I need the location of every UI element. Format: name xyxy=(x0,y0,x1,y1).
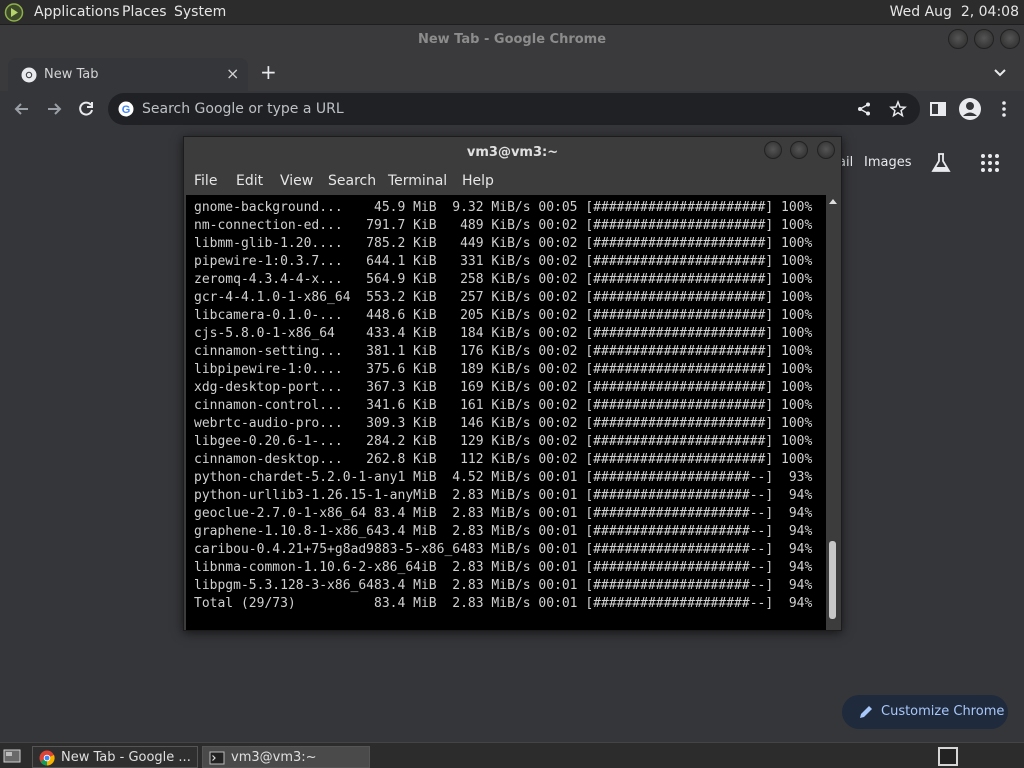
chrome-favicon-icon xyxy=(21,67,37,83)
images-link[interactable]: Images xyxy=(864,155,912,170)
scrollbar-thumb[interactable] xyxy=(829,541,836,619)
side-panel-icon[interactable] xyxy=(928,99,948,119)
window-title: New Tab - Google Chrome xyxy=(417,32,607,47)
terminal-line: libpipewire-1:0.... 375.6 KiB 189 KiB/s … xyxy=(194,362,813,377)
menu-places[interactable]: Places xyxy=(122,4,167,20)
scroll-up-arrow-icon[interactable] xyxy=(829,199,837,204)
tab-close-icon[interactable]: × xyxy=(226,64,239,83)
profile-avatar-icon[interactable] xyxy=(958,97,982,121)
terminal-menu-search[interactable]: Search xyxy=(328,173,376,189)
terminal-line: caribou-0.4.21+75+g8ad9883-5-x86_6483 Mi… xyxy=(194,542,813,557)
terminal-line: cinnamon-desktop... 262.8 KiB 112 KiB/s … xyxy=(194,452,813,467)
workspace-switcher[interactable] xyxy=(938,747,958,766)
terminal-line: Total (29/73) 83.4 MiB 2.83 MiB/s 00:01 … xyxy=(194,596,813,611)
terminal-line: gcr-4-4.1.0-1-x86_64 553.2 KiB 257 KiB/s… xyxy=(194,290,813,305)
terminal-line: zeromq-4.3.4-4-x... 564.9 KiB 258 KiB/s … xyxy=(194,272,813,287)
terminal-line: pipewire-1:0.3.7... 644.1 KiB 331 KiB/s … xyxy=(194,254,813,269)
terminal-line: libnma-common-1.10.6-2-x86_64iB 2.83 MiB… xyxy=(194,560,813,575)
chrome-icon xyxy=(39,750,55,766)
bookmark-star-icon[interactable] xyxy=(889,100,907,118)
menu-system[interactable]: System xyxy=(174,4,226,20)
terminal-menu-help[interactable]: Help xyxy=(462,173,494,189)
back-arrow-icon[interactable] xyxy=(12,99,32,119)
tab-strip: New Tab × + xyxy=(0,55,1024,91)
labs-flask-icon[interactable] xyxy=(930,152,952,174)
maximize-button[interactable] xyxy=(974,29,994,49)
terminal-menubar: File Edit View Search Terminal Help xyxy=(184,167,841,195)
omnibox[interactable]: G Search Google or type a URL xyxy=(108,93,920,125)
terminal-line: gnome-background... 45.9 MiB 9.32 MiB/s … xyxy=(194,200,813,215)
chrome-toolbar: G Search Google or type a URL xyxy=(0,91,1024,127)
terminal-close-button[interactable] xyxy=(817,141,835,159)
taskbar-chrome-label: New Tab - Google ... xyxy=(61,750,191,765)
terminal-line: xdg-desktop-port... 367.3 KiB 169 KiB/s … xyxy=(194,380,813,395)
terminal-line: geoclue-2.7.0-1-x86_64 83.4 MiB 2.83 MiB… xyxy=(194,506,813,521)
terminal-menu-edit[interactable]: Edit xyxy=(236,173,263,189)
terminal-title: vm3@vm3:~ xyxy=(466,145,559,160)
terminal-line: cinnamon-control... 341.6 KiB 161 KiB/s … xyxy=(194,398,813,413)
terminal-icon xyxy=(209,751,225,765)
customize-chrome-button[interactable]: Customize Chrome xyxy=(842,695,1008,729)
terminal-menu-terminal[interactable]: Terminal xyxy=(388,173,447,189)
chrome-titlebar[interactable]: New Tab - Google Chrome xyxy=(0,25,1024,55)
terminal-menu-view[interactable]: View xyxy=(280,173,313,189)
terminal-line: python-urllib3-1.26.15-1-anyMiB 2.83 MiB… xyxy=(194,488,813,503)
terminal-line: python-chardet-5.2.0-1-any1 MiB 4.52 MiB… xyxy=(194,470,813,485)
google-apps-grid-icon[interactable] xyxy=(980,153,1000,173)
kebab-menu-icon[interactable] xyxy=(994,99,1014,119)
terminal-scrollbar[interactable] xyxy=(826,195,839,630)
omnibox-placeholder[interactable]: Search Google or type a URL xyxy=(142,101,344,117)
taskbar: New Tab - Google ... vm3@vm3:~ xyxy=(0,742,1024,768)
terminal-line: libmm-glib-1.20.... 785.2 KiB 449 KiB/s … xyxy=(194,236,813,251)
top-panel: Applications Places System Wed Aug 2, 04… xyxy=(0,0,1024,25)
reload-icon[interactable] xyxy=(76,99,96,119)
show-desktop-icon[interactable] xyxy=(3,748,21,764)
terminal-line: cjs-5.8.0-1-x86_64 433.4 KiB 184 KiB/s 0… xyxy=(194,326,813,341)
pencil-icon xyxy=(860,706,872,718)
svg-text:G: G xyxy=(122,104,131,116)
new-tab-button[interactable]: + xyxy=(260,60,277,84)
chevron-down-icon[interactable] xyxy=(992,64,1008,80)
terminal-line: libpgm-5.3.128-3-x86_6483.4 MiB 2.83 MiB… xyxy=(194,578,813,593)
terminal-line: libgee-0.20.6-1-... 284.2 KiB 129 KiB/s … xyxy=(194,434,813,449)
tab-new-tab[interactable]: New Tab × xyxy=(8,58,248,91)
forward-arrow-icon[interactable] xyxy=(44,99,64,119)
tab-title: New Tab xyxy=(44,67,99,82)
terminal-window: vm3@vm3:~ File Edit View Search Terminal… xyxy=(183,136,842,631)
distro-logo-icon[interactable] xyxy=(4,3,24,22)
close-window-button[interactable] xyxy=(1000,29,1020,49)
menu-applications[interactable]: Applications xyxy=(34,4,120,20)
taskbar-terminal-label: vm3@vm3:~ xyxy=(231,750,317,765)
terminal-line: webrtc-audio-pro... 309.3 KiB 146 KiB/s … xyxy=(194,416,813,431)
terminal-line: libcamera-0.1.0-... 448.6 KiB 205 KiB/s … xyxy=(194,308,813,323)
terminal-minimize-button[interactable] xyxy=(764,141,782,159)
google-g-icon: G xyxy=(118,101,134,117)
taskbar-item-terminal[interactable]: vm3@vm3:~ xyxy=(202,746,370,768)
terminal-line: graphene-1.10.8-1-x86_643.4 MiB 2.83 MiB… xyxy=(194,524,813,539)
clock[interactable]: Wed Aug 2, 04:08 xyxy=(890,4,1019,20)
terminal-maximize-button[interactable] xyxy=(790,141,808,159)
terminal-output[interactable]: gnome-background... 45.9 MiB 9.32 MiB/s … xyxy=(186,195,826,630)
terminal-menu-file[interactable]: File xyxy=(194,173,217,189)
terminal-line: nm-connection-ed... 791.7 KiB 489 KiB/s … xyxy=(194,218,813,233)
terminal-titlebar[interactable]: vm3@vm3:~ xyxy=(184,137,841,167)
customize-chrome-label: Customize Chrome xyxy=(881,704,1005,719)
terminal-line: cinnamon-setting... 381.1 KiB 176 KiB/s … xyxy=(194,344,813,359)
minimize-button[interactable] xyxy=(948,29,968,49)
share-icon[interactable] xyxy=(856,101,872,117)
taskbar-item-chrome[interactable]: New Tab - Google ... xyxy=(32,746,198,768)
